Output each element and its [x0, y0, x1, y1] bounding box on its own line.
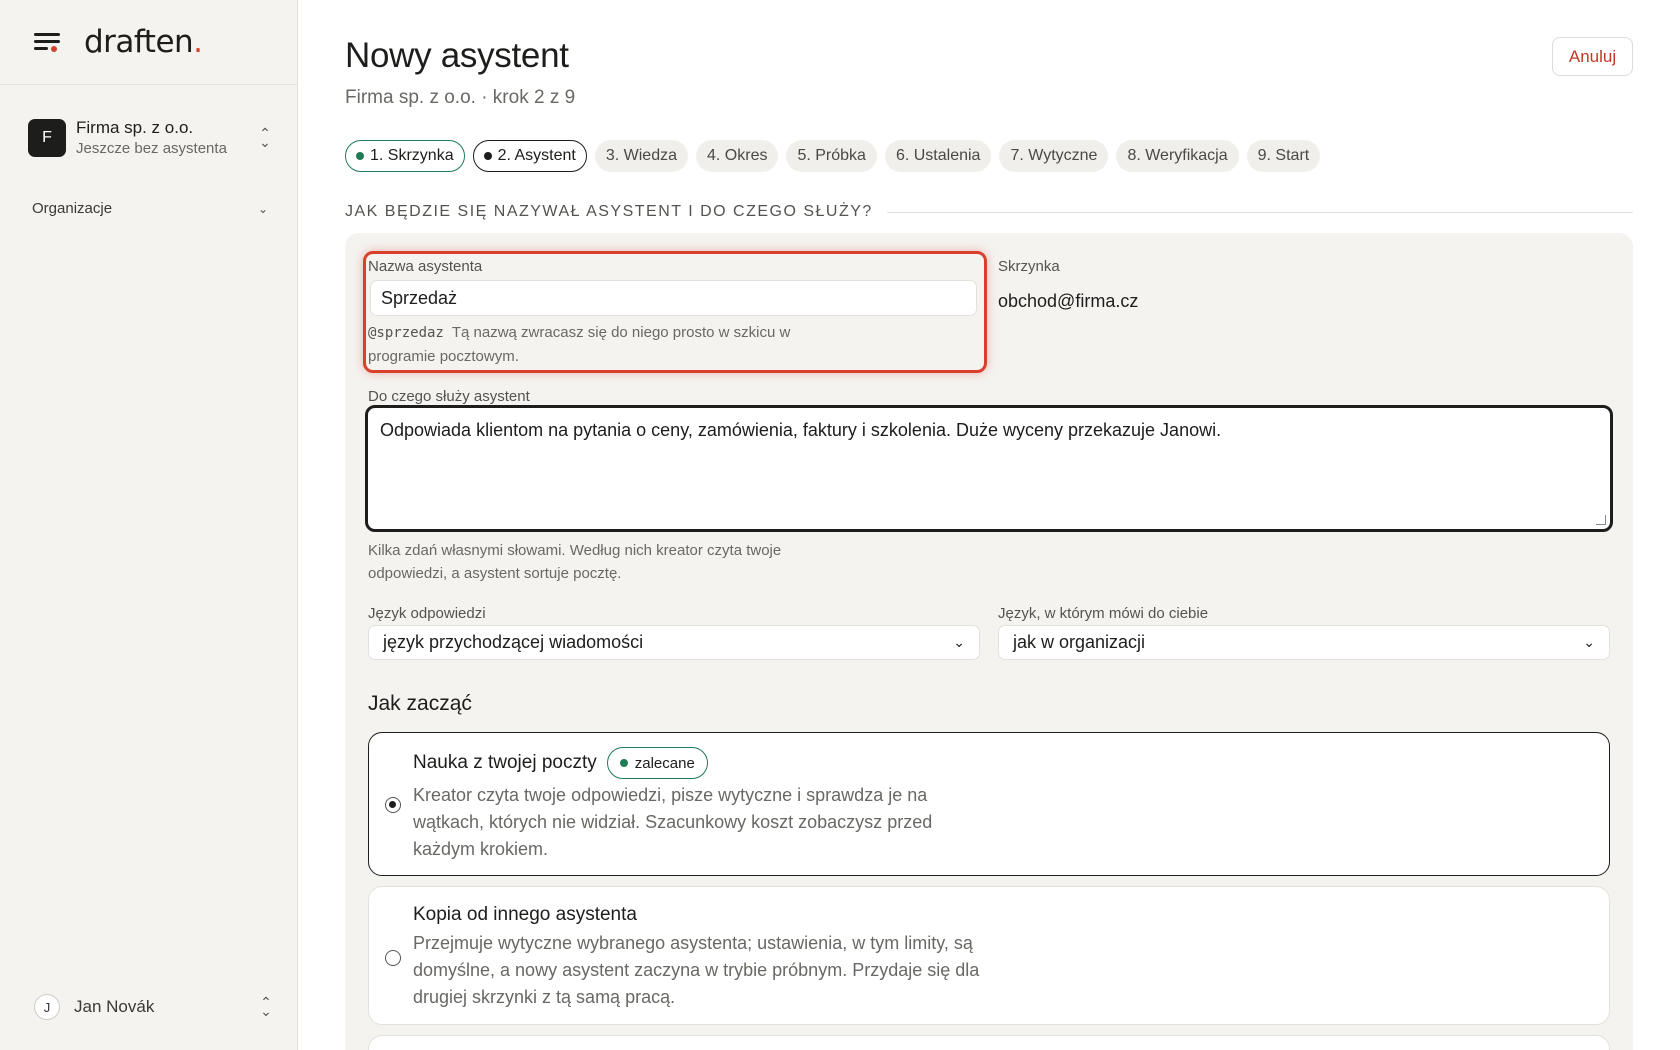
option-title: Kopia od innego asystenta	[413, 904, 637, 925]
brand-bar: draften.	[0, 0, 297, 85]
step-label: 1. Skrzynka	[370, 147, 454, 164]
org-name: Firma sp. z o.o.	[76, 118, 194, 137]
step-chip[interactable]: 1. Skrzynka	[345, 140, 465, 172]
page-title: Nowy asystent	[345, 36, 569, 75]
chevron-down-icon: ⌄	[257, 201, 268, 216]
step-chip[interactable]: 5. Próbka	[786, 140, 877, 172]
step-label: 3. Wiedza	[605, 147, 677, 164]
assistant-name-input[interactable]: Sprzedaż	[370, 280, 977, 316]
step-label: 9. Start	[1257, 147, 1310, 164]
mailbox-label: Skrzynka	[998, 258, 1060, 275]
reply-language-label: Język odpowiedzi	[368, 605, 486, 622]
handle-text: @sprzedaz	[368, 325, 444, 341]
step-chip[interactable]: 2. Asystent	[472, 140, 587, 172]
section-heading: JAK BĘDZIE SIĘ NAZYWAŁ ASYSTENT I DO CZE…	[345, 203, 1633, 221]
step-chip[interactable]: 3. Wiedza	[594, 140, 688, 172]
status-dot-icon	[483, 152, 492, 160]
step-label: 2. Asystent	[497, 147, 576, 164]
step-chip[interactable]: 6. Ustalenia	[884, 140, 992, 172]
step-label: 5. Próbka	[797, 147, 866, 164]
radio-icon[interactable]	[385, 797, 401, 813]
purpose-textarea[interactable]: Odpowiada klientom na pytania o ceny, za…	[365, 405, 1613, 532]
ui-language-label: Język, w którym mówi do ciebie	[998, 605, 1209, 622]
chevron-down-icon: ⌄	[1583, 634, 1595, 650]
chevron-down-icon: ⌄	[953, 634, 965, 650]
step-label: 6. Ustalenia	[895, 147, 981, 164]
option-more[interactable]	[368, 1035, 1610, 1050]
status-dot-icon	[356, 152, 364, 160]
start-title: Jak zacząć	[368, 692, 472, 715]
avatar: J	[34, 994, 60, 1020]
cancel-button[interactable]: Anuluj	[1552, 37, 1633, 76]
purpose-label: Do czego służy asystent	[368, 388, 530, 405]
user-menu[interactable]: J Jan Novák ⌃ ⌄	[34, 993, 274, 1021]
sidebar-item-label: Organizacje	[32, 200, 113, 217]
name-label: Nazwa asystenta	[368, 258, 483, 275]
step-label: 8. Weryfikacja	[1127, 147, 1228, 164]
option-copy-assistant[interactable]: Kopia od innego asystenta Przejmuje wyty…	[368, 886, 1610, 1025]
radio-icon[interactable]	[385, 950, 401, 966]
chevron-updown-icon: ⌃ ⌄	[259, 125, 271, 150]
step-label: 4. Okres	[707, 147, 768, 164]
option-description: Przejmuje wytyczne wybranego asystenta; …	[413, 933, 980, 1007]
resize-handle-icon[interactable]	[1596, 515, 1606, 525]
recommended-badge: zalecane	[606, 747, 708, 779]
page-subtitle: Firma sp. z o.o. · krok 2 z 9	[345, 87, 576, 108]
purpose-hint: Kilka zdań własnymi słowami. Według nich…	[368, 542, 782, 582]
option-learn-from-mail[interactable]: Nauka z twojej poczty zalecane Kreator c…	[368, 732, 1610, 876]
step-chip[interactable]: 7. Wytyczne	[999, 140, 1109, 172]
org-switcher[interactable]: F Firma sp. z o.o. Jeszcze bez asystenta…	[28, 115, 273, 161]
divider	[886, 211, 1633, 213]
wizard-steps: 1. Skrzynka 2. Asystent 3. Wiedza 4. Okres 5…	[345, 140, 1321, 172]
user-name: Jan Novák	[74, 997, 155, 1016]
step-chip[interactable]: 9. Start	[1246, 140, 1321, 172]
ui-language-select[interactable]: jak w organizacji ⌄	[998, 625, 1610, 660]
step-chip[interactable]: 4. Okres	[696, 140, 779, 172]
reply-language-select[interactable]: język przychodzącej wiadomości ⌄	[368, 625, 980, 660]
sidebar: draften. F Firma sp. z o.o. Jeszcze bez …	[0, 0, 298, 1050]
step-chip[interactable]: 8. Weryfikacja	[1116, 140, 1239, 172]
menu-icon[interactable]	[34, 31, 60, 53]
option-title: Nauka z twojej poczty	[413, 752, 597, 773]
option-description: Kreator czyta twoje odpowiedzi, pisze wy…	[413, 785, 933, 859]
sidebar-item-organizations[interactable]: Organizacje ⌄	[32, 200, 268, 217]
org-avatar: F	[28, 119, 66, 157]
step-label: 7. Wytyczne	[1010, 147, 1098, 164]
logo[interactable]: draften.	[84, 24, 203, 60]
name-hint: @sprzedaz Tą nazwą zwracasz się do niego …	[368, 324, 791, 365]
chevron-updown-icon: ⌃ ⌄	[260, 994, 272, 1019]
mailbox-value: obchod@firma.cz	[998, 291, 1139, 311]
org-status: Jeszcze bez asystenta	[76, 140, 227, 157]
